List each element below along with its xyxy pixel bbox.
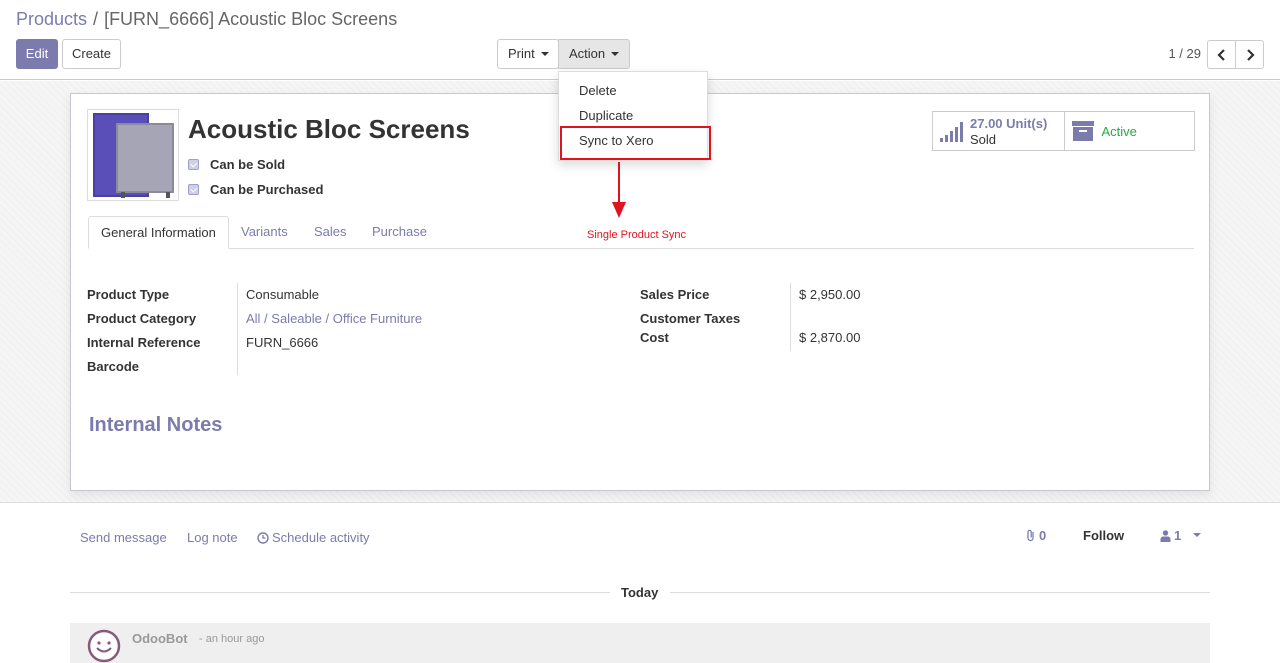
product-type-value: Consumable [246,287,319,302]
customer-taxes-label: Customer Taxes [640,311,741,326]
active-status-label: Active [1101,124,1137,139]
internal-reference-value: FURN_6666 [246,335,319,350]
date-separator-line [670,592,1210,593]
cost-label: Cost [640,330,669,345]
pager-value: 1 / 29 [1168,46,1201,61]
edit-button[interactable]: Edit [16,39,58,69]
caret-down-icon [611,51,620,56]
annotation-label: Single Product Sync [587,229,687,241]
clock-icon [257,531,269,544]
menu-item-duplicate[interactable]: Duplicate [579,108,633,123]
today-label: Today [621,585,659,600]
tab-general-information[interactable]: General Information [88,216,229,249]
message-author[interactable]: OdooBot [132,631,188,646]
schedule-activity-button[interactable]: Schedule activity [257,530,370,545]
internal-notes-title: Internal Notes [89,414,223,436]
can-be-purchased-checkbox[interactable] [188,184,199,195]
pager-previous-button[interactable] [1207,40,1236,69]
control-panel: Products / [FURN_6666] Acoustic Bloc Scree… [0,0,1280,80]
caret-down-icon [1193,532,1202,537]
can-be-purchased-row: Can be Purchased [188,182,323,197]
pager-next-button[interactable] [1235,40,1264,69]
internal-reference-label: Internal Reference [87,335,201,350]
paperclip-icon [1027,529,1034,542]
sales-price-value: $ 2,950.00 [799,287,861,302]
send-message-button[interactable]: Send message [80,530,167,545]
signal-bars-icon [940,122,963,142]
create-button[interactable]: Create [62,39,121,69]
sold-value: 27.00 Unit(s) [970,116,1048,131]
message-timestamp: - an hour ago [199,633,265,645]
chevron-left-icon [1216,48,1225,61]
followers-count: 1 [1174,528,1182,543]
tab-purchase[interactable]: Purchase [372,216,427,249]
followers-button[interactable]: 1 [1160,528,1202,543]
action-label: Action [569,46,606,61]
field-divider [237,283,238,375]
attachments-button[interactable]: 0 [1026,528,1046,543]
barcode-label: Barcode [87,359,140,374]
chevron-right-icon [1246,48,1255,61]
user-icon [1160,529,1171,542]
sales-price-label: Sales Price [640,287,710,302]
acoustic-screen-image [93,113,174,198]
odoobot-avatar [87,629,121,663]
field-divider [790,283,791,351]
date-separator-line [70,592,610,593]
can-be-purchased-label: Can be Purchased [210,182,324,197]
product-name: Acoustic Bloc Screens [188,114,470,144]
tab-variants[interactable]: Variants [241,216,288,249]
breadcrumb-products-link[interactable]: Products [16,9,87,29]
product-type-label: Product Type [87,287,170,302]
sold-label: Sold [970,132,997,147]
can-be-sold-row: Can be Sold [188,157,285,172]
action-dropdown-menu: Delete Duplicate Sync to Xero [558,71,708,161]
action-dropdown-button[interactable]: Action [558,39,630,69]
schedule-activity-label: Schedule activity [272,530,370,545]
log-note-button[interactable]: Log note [187,530,238,545]
breadcrumb-separator: / [93,9,99,29]
attachments-count: 0 [1039,528,1047,543]
product-image[interactable] [87,109,179,201]
follow-button[interactable]: Follow [1083,528,1124,543]
archive-icon [1071,121,1094,141]
print-label: Print [508,46,535,61]
caret-down-icon [540,51,549,56]
breadcrumb-current: [FURN_6666] Acoustic Bloc Screens [104,9,398,29]
sold-smart-button[interactable]: 27.00 Unit(s) Sold [933,112,1064,150]
annotation-arrow-icon [612,162,626,218]
product-category-label: Product Category [87,311,197,326]
chatter-message: OdooBot - an hour ago [70,623,1210,663]
breadcrumb: Products / [FURN_6666] Acoustic Bloc Scree… [16,9,397,30]
smart-buttons: 27.00 Unit(s) Sold Active [932,111,1195,151]
menu-item-delete[interactable]: Delete [579,83,617,98]
print-dropdown-button[interactable]: Print [497,39,559,69]
tab-sales[interactable]: Sales [314,216,347,249]
menu-item-sync-to-xero[interactable]: Sync to Xero [579,133,653,148]
active-smart-button[interactable]: Active [1063,112,1195,150]
can-be-sold-label: Can be Sold [210,157,286,172]
cost-value: $ 2,870.00 [799,330,861,345]
product-category-link[interactable]: All / Saleable / Office Furniture [246,311,422,326]
can-be-sold-checkbox[interactable] [188,159,199,170]
